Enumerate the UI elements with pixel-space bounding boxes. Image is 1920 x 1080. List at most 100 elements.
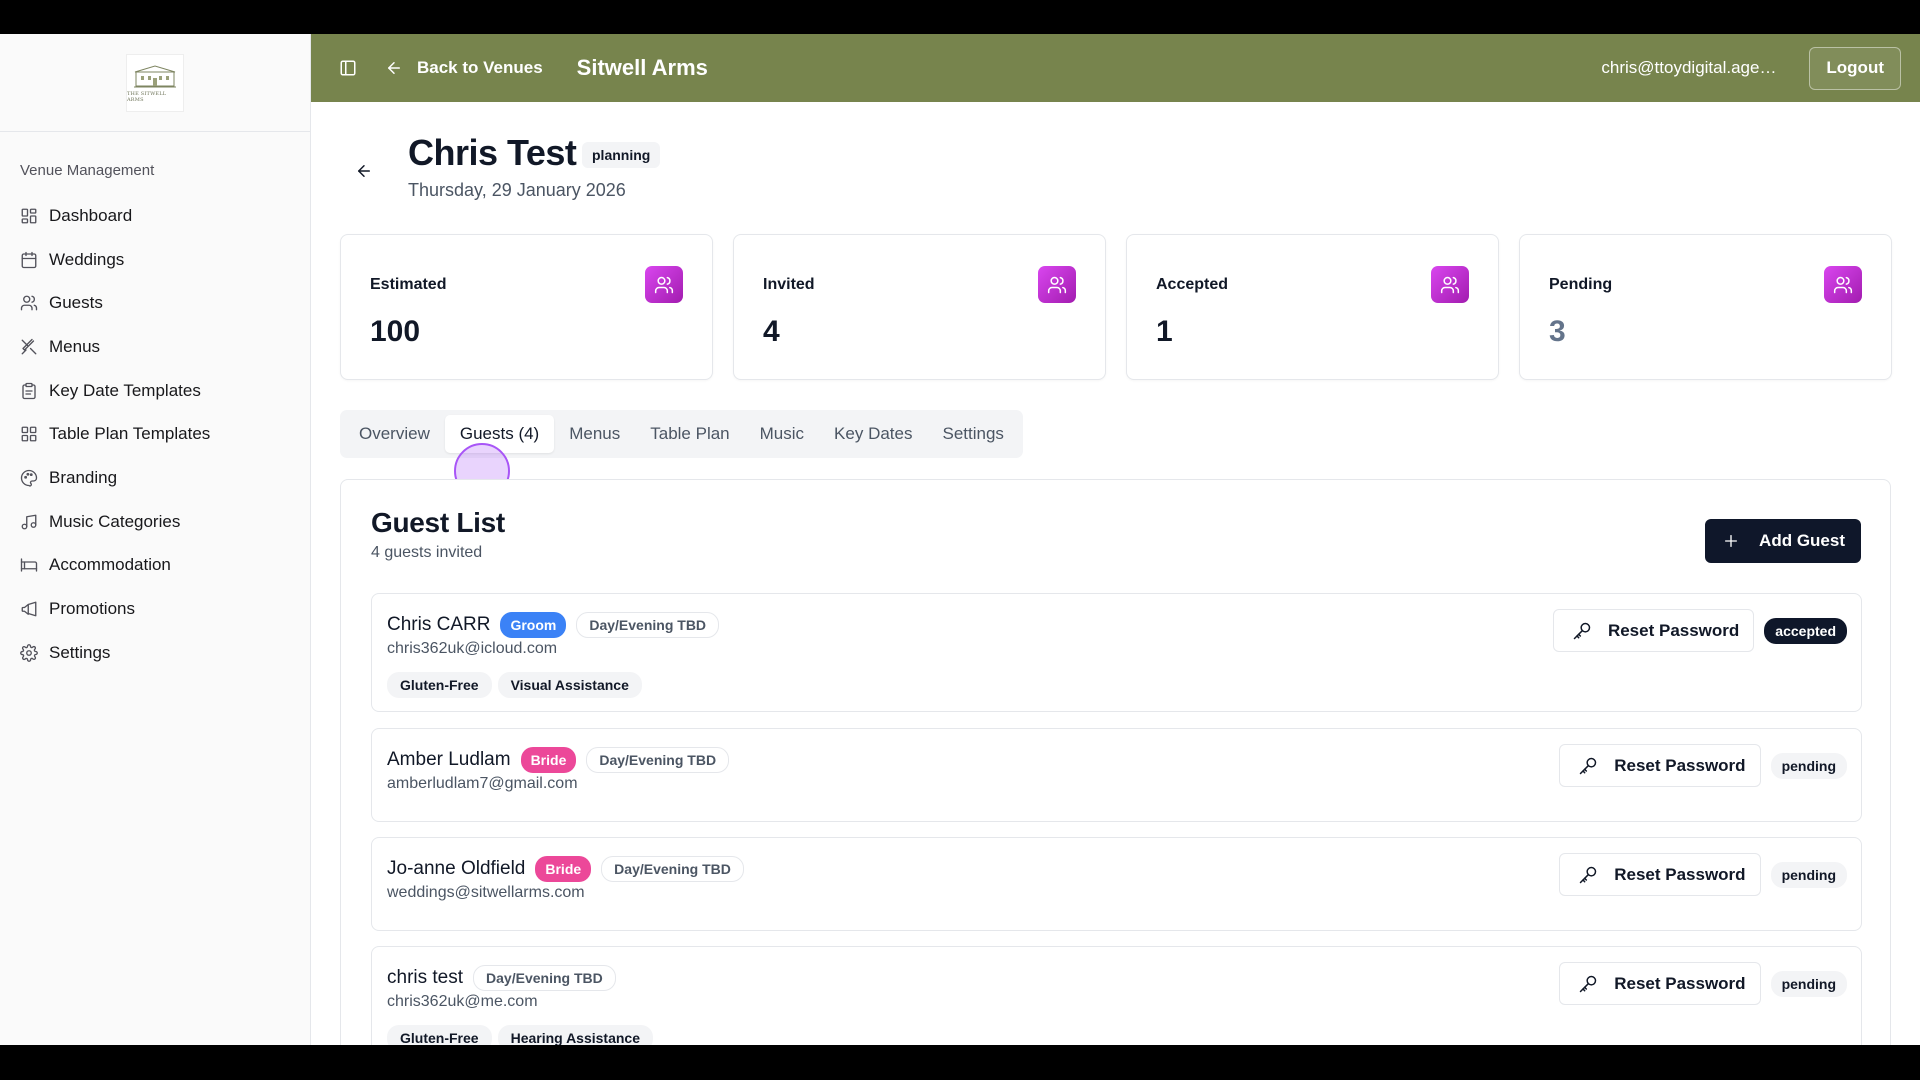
calendar-icon [20,251,38,269]
sidebar-item-key-date-templates[interactable]: Key Date Templates [0,369,310,413]
guest-name-row: Chris CARR Groom Day/Evening TBD [387,612,720,638]
megaphone-icon [20,600,38,618]
stat-label: Accepted [1156,276,1229,293]
stat-card-invited: Invited 4 [733,234,1106,380]
venue-logo[interactable]: THE SITWELL ARMS [126,53,184,112]
reset-password-label: Reset Password [1607,620,1740,640]
rsvp-status-badge: pending [1770,752,1847,779]
assistance-tag: Hearing Assistance [497,1025,654,1045]
reset-password-label: Reset Password [1614,973,1746,993]
add-guest-button[interactable]: Add Guest [1705,519,1861,563]
guest-actions: Reset Password pending [1559,853,1847,896]
users-icon [20,294,38,312]
reset-password-button[interactable]: Reset Password [1559,744,1761,787]
sidebar-item-label: Key Date Templates [49,380,201,400]
stat-value: 3 [1549,315,1566,348]
guest-name-row: chris test Day/Evening TBD [387,965,616,991]
stat-card-estimated: Estimated 100 [340,234,713,380]
guest-name: Chris CARR [387,614,491,635]
top-bar-user: chris@ttoydigital.agency Logout [1601,46,1920,90]
guest-name-row: Amber Ludlam Bride Day/Evening TBD [387,747,730,773]
guest-row: Chris CARR Groom Day/Evening TBD chris36… [371,593,1862,712]
arrow-left-icon [385,59,403,77]
stat-value: 4 [763,315,780,348]
sidebar-item-settings[interactable]: Settings [0,631,310,675]
tab-music[interactable]: Music [745,415,819,453]
status-badge: planning [582,142,661,168]
add-guest-label: Add Guest [1759,531,1845,550]
logo-area: THE SITWELL ARMS [0,34,310,132]
reset-password-button[interactable]: Reset Password [1559,853,1761,896]
sidebar-item-menus[interactable]: Menus [0,325,310,369]
reset-password-button[interactable]: Reset Password [1552,609,1755,652]
reset-password-label: Reset Password [1614,755,1746,775]
sidebar-item-label: Settings [49,642,111,662]
sidebar-item-music-categories[interactable]: Music Categories [0,500,310,544]
stat-card-pending: Pending 3 [1519,234,1892,380]
rsvp-status-badge: accepted [1764,617,1847,644]
tab-key-dates[interactable]: Key Dates [819,415,927,453]
guest-name: chris test [387,967,464,988]
sidebar-item-label: Branding [49,467,118,487]
back-button[interactable] [355,162,373,180]
guest-email: chris362uk@icloud.com [387,640,558,657]
users-icon [1824,266,1862,303]
rsvp-status-badge: pending [1770,861,1847,888]
sidebar-item-label: Dashboard [49,205,133,225]
role-badge: Bride [520,747,577,773]
stat-label: Pending [1549,276,1613,293]
wedding-tabs: Overview Guests (4) Menus Table Plan Mus… [340,410,1023,458]
palette-icon [20,469,38,487]
tab-menus[interactable]: Menus [554,415,635,453]
stat-value: 1 [1156,315,1173,348]
users-icon [645,266,683,303]
guest-email: weddings@sitwellarms.com [387,884,585,901]
tab-table-plan[interactable]: Table Plan [635,415,744,453]
dietary-tag: Gluten-Free [387,672,492,698]
sidebar-item-guests[interactable]: Guests [0,281,310,325]
clipboard-icon [20,382,38,400]
stats-row: Estimated 100 Invited 4 Accepted 1 Pendi… [340,234,1892,380]
back-to-venues-link[interactable]: Back to Venues [385,58,543,78]
sidebar-toggle-button[interactable] [338,58,358,78]
reset-password-button[interactable]: Reset Password [1559,962,1761,1005]
sidebar: THE SITWELL ARMS Venue Management Dashbo… [0,34,311,1045]
top-bar: Back to Venues Sitwell Arms chris@ttoydi… [311,34,1920,102]
plus-icon [1725,535,1738,547]
guest-tags: Gluten-Free Visual Assistance [387,672,642,698]
sidebar-item-branding[interactable]: Branding [0,456,310,500]
key-icon [1579,866,1597,883]
guest-email: amberludlam7@gmail.com [387,775,578,792]
sidebar-item-table-plan-templates[interactable]: Table Plan Templates [0,412,310,456]
guest-name: Jo-anne Oldfield [387,858,526,879]
logout-button[interactable]: Logout [1809,46,1901,90]
tab-guests[interactable]: Guests (4) [444,415,555,453]
sidebar-item-weddings[interactable]: Weddings [0,238,310,282]
key-icon [1579,975,1597,992]
sidebar-item-accommodation[interactable]: Accommodation [0,544,310,588]
sidebar-item-label: Menus [49,336,101,356]
role-badge: Bride [535,856,592,882]
attendance-badge: Day/Evening TBD [601,856,744,882]
layout-grid-icon [20,425,38,443]
music-icon [20,513,38,531]
sidebar-item-promotions[interactable]: Promotions [0,587,310,631]
sidebar-item-dashboard[interactable]: Dashboard [0,194,310,238]
wedding-date: Thursday, 29 January 2026 [408,180,626,200]
guest-email: chris362uk@me.com [387,993,538,1010]
tab-settings[interactable]: Settings [927,415,1018,453]
arrow-left-icon [358,165,370,177]
role-badge: Groom [500,612,567,638]
logo-text: THE SITWELL ARMS [127,90,167,103]
guest-list-subtitle: 4 guests invited [371,544,483,561]
rsvp-status-badge: pending [1770,970,1847,997]
sidebar-item-label: Guests [49,293,103,313]
stat-card-accepted: Accepted 1 [1126,234,1499,380]
main-content: Chris Test planning Thursday, 29 January… [311,102,1920,1045]
sidebar-item-label: Music Categories [49,511,181,531]
tab-overview[interactable]: Overview [344,415,445,453]
page-title: Chris Test [408,132,577,173]
reset-password-label: Reset Password [1614,864,1746,884]
key-icon [1573,622,1591,639]
guest-list-title: Guest List [371,507,505,538]
